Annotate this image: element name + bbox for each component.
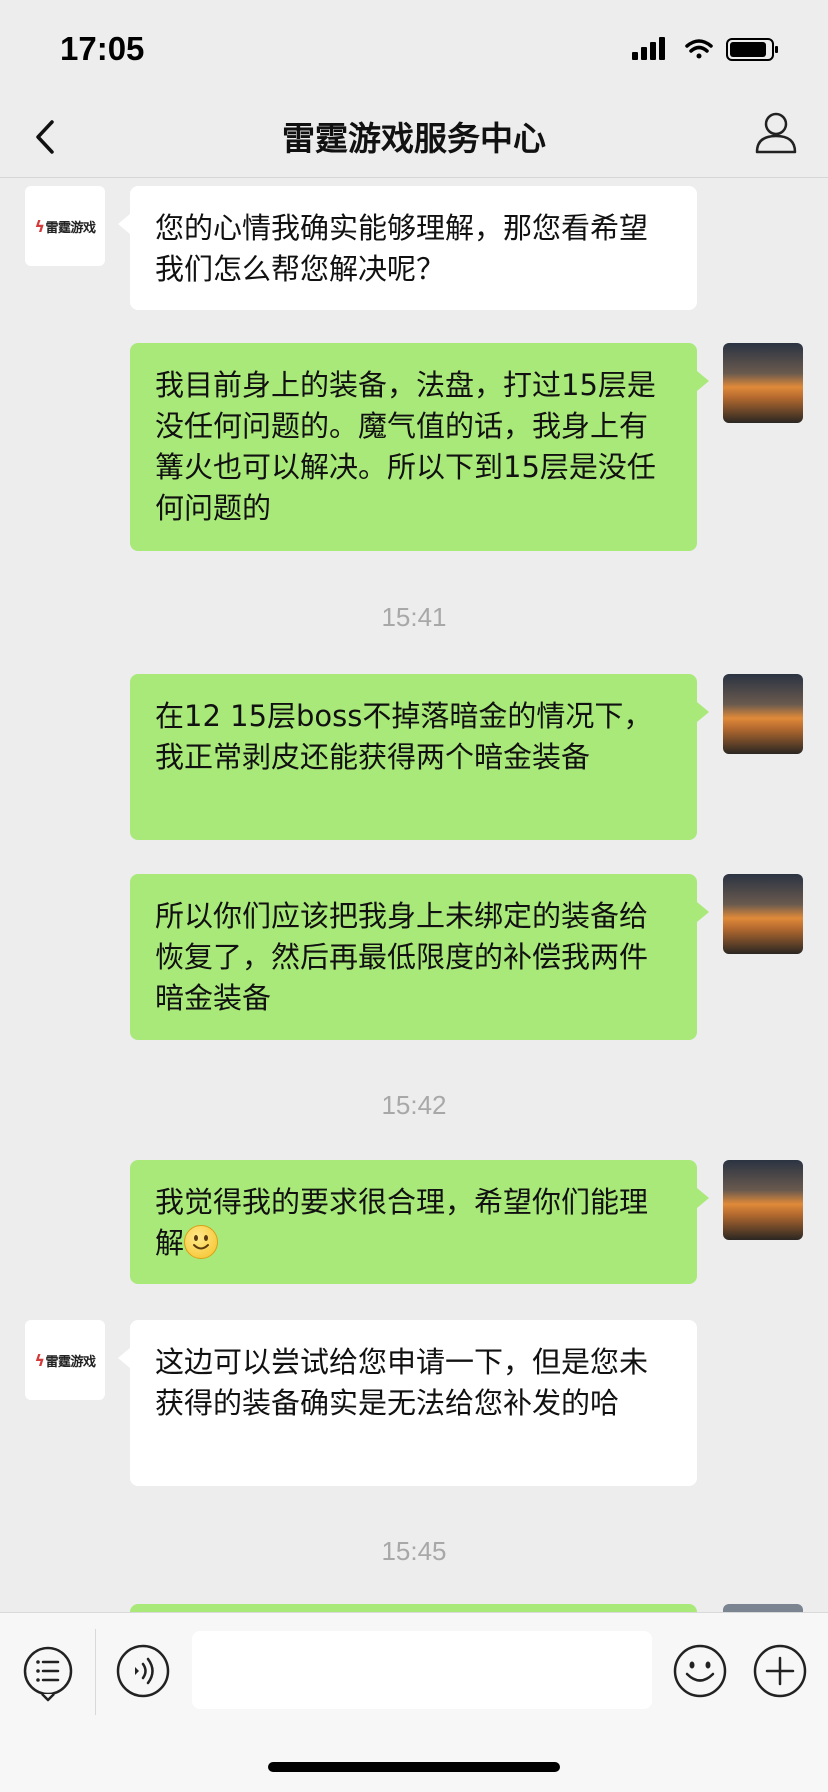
user-avatar[interactable]: [723, 343, 803, 423]
battery-icon: [726, 38, 778, 61]
emoji-icon: [673, 1644, 727, 1698]
message-bubble[interactable]: 在12 15层boss不掉落暗金的情况下，我正常剥皮还能获得两个暗金装备: [130, 674, 709, 840]
person-icon: [755, 112, 797, 154]
message-bubble[interactable]: 这边可以尝试给您申请一下，但是您未获得的装备确实是无法给您补发的哈: [118, 1320, 697, 1486]
message-bubble-partial[interactable]: [130, 1604, 697, 1612]
timestamp: 15:45: [381, 1536, 447, 1566]
chat-area[interactable]: ϟ 雷霆游戏 您的心情我确实能够理解，那您看希望我们怎么帮您解决呢？ 我目前身上…: [0, 178, 828, 1612]
timestamp: 15:41: [381, 602, 447, 632]
message-bubble[interactable]: 所以你们应该把我身上未绑定的装备给恢复了，然后再最低限度的补偿我两件暗金装备: [130, 874, 709, 1040]
user-avatar[interactable]: [723, 1604, 803, 1612]
voice-icon: [116, 1644, 170, 1698]
bolt-icon: ϟ: [34, 216, 45, 236]
status-icons: [632, 36, 792, 62]
bot-avatar[interactable]: ϟ 雷霆游戏: [25, 186, 105, 266]
toolbar-divider: [95, 1629, 96, 1715]
timestamp: 15:42: [381, 1090, 447, 1120]
status-bar: 17:05: [0, 0, 828, 98]
plus-icon: [753, 1644, 807, 1698]
user-avatar[interactable]: [723, 1160, 803, 1240]
nav-bar: 雷霆游戏服务中心: [0, 98, 828, 178]
add-button[interactable]: [752, 1643, 808, 1699]
list-menu-icon: [23, 1646, 73, 1702]
menu-button[interactable]: [20, 1643, 76, 1702]
status-time: 17:05: [60, 30, 145, 67]
message-bubble[interactable]: 我目前身上的装备，法盘，打过15层是没任何问题的。魔气值的话，我身上有篝火也可以…: [130, 343, 709, 551]
emoji-button[interactable]: [672, 1643, 728, 1699]
wifi-icon: [685, 39, 713, 59]
bot-avatar[interactable]: ϟ 雷霆游戏: [25, 1320, 105, 1400]
user-avatar[interactable]: [723, 674, 803, 754]
page-title: 雷霆游戏服务中心: [282, 119, 546, 158]
bolt-icon: ϟ: [34, 1350, 45, 1370]
bot-logo: ϟ 雷霆游戏: [34, 1350, 96, 1370]
message-bubble[interactable]: 我觉得我的要求很合理，希望你们能理解: [130, 1160, 709, 1284]
message-input[interactable]: [192, 1631, 652, 1709]
message-bubble[interactable]: 您的心情我确实能够理解，那您看希望我们怎么帮您解决呢？: [118, 186, 697, 310]
voice-button[interactable]: [115, 1643, 171, 1699]
signal-icon: [632, 37, 665, 60]
home-indicator: [268, 1762, 560, 1772]
user-avatar[interactable]: [723, 874, 803, 954]
profile-button[interactable]: [754, 110, 798, 154]
smile-emoji-icon: [184, 1225, 219, 1259]
bot-logo: ϟ 雷霆游戏: [34, 216, 96, 236]
